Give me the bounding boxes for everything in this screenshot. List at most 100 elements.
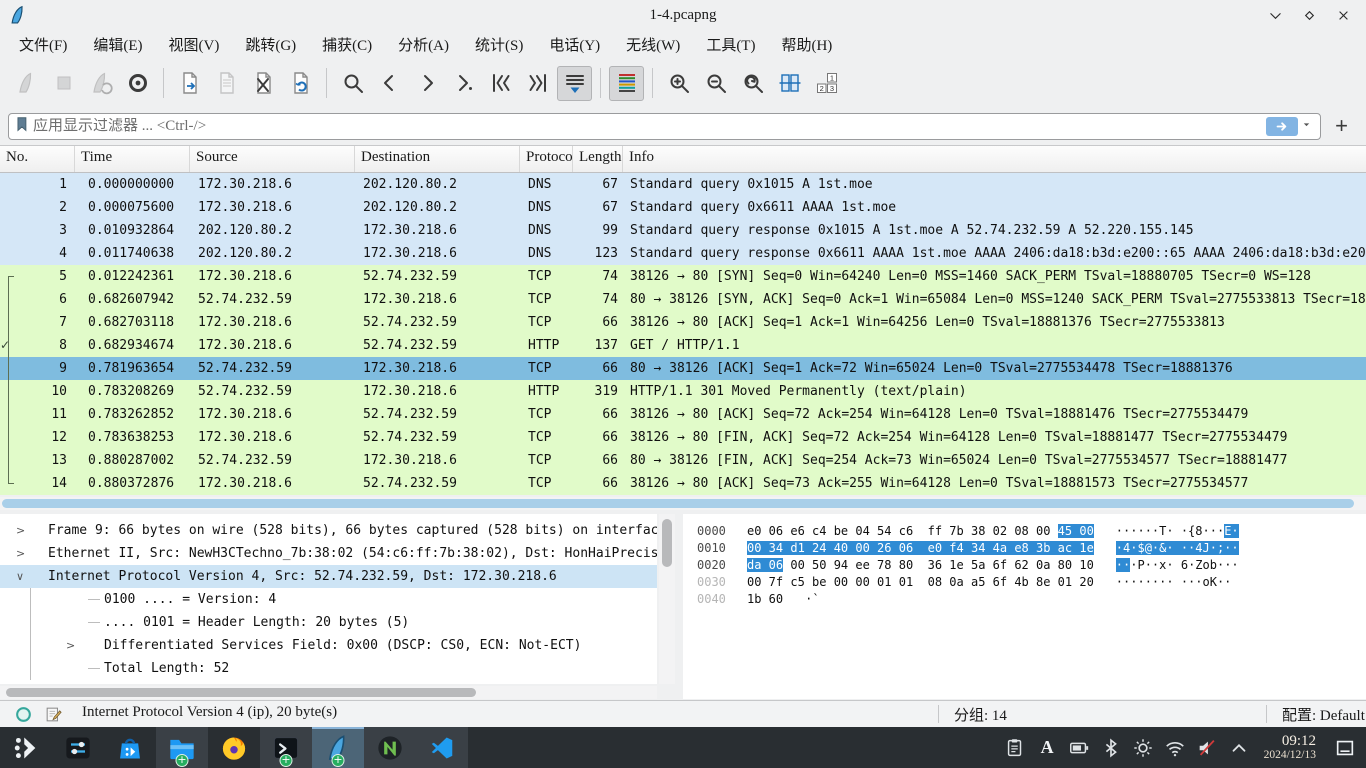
brightness-icon[interactable]: [1130, 734, 1157, 761]
last-packet-button[interactable]: [520, 66, 555, 101]
first-packet-button[interactable]: [483, 66, 518, 101]
detail-row[interactable]: Total Length: 52: [0, 657, 657, 680]
hex-row[interactable]: 0000e0 06 e6 c4 be 04 54 c6 ff 7b 38 02 …: [683, 523, 1366, 540]
window-minimize-button[interactable]: [1266, 6, 1284, 24]
taskbar-clock[interactable]: 09:12 2024/12/13: [1264, 734, 1316, 761]
hex-row[interactable]: 0020da 06 00 50 94 ee 78 80 36 1e 5a 6f …: [683, 557, 1366, 574]
packet-row[interactable]: 130.88028700252.74.232.59172.30.218.6TCP…: [0, 449, 1366, 472]
column-header-destination[interactable]: Destination: [355, 146, 520, 172]
taskbar-item-system-settings[interactable]: [52, 727, 104, 768]
go-to-packet-button[interactable]: [446, 66, 481, 101]
volume-muted-icon[interactable]: [1194, 734, 1221, 761]
packet-row[interactable]: 100.78320826952.74.232.59172.30.218.6HTT…: [0, 380, 1366, 403]
packet-row[interactable]: 90.78196365452.74.232.59172.30.218.6TCP6…: [0, 357, 1366, 380]
detail-hscrollbar[interactable]: [0, 686, 657, 699]
window-close-button[interactable]: [1334, 6, 1352, 24]
close-file-button[interactable]: [246, 66, 281, 101]
detail-row[interactable]: >Differentiated Services Field: 0x00 (DS…: [0, 634, 657, 657]
menu-a[interactable]: 分析(A): [385, 31, 462, 58]
resize-columns-button[interactable]: [772, 66, 807, 101]
menu-c[interactable]: 捕获(C): [309, 31, 385, 58]
column-header-source[interactable]: Source: [190, 146, 355, 172]
expand-icon[interactable]: >: [66, 634, 75, 657]
go-back-button[interactable]: [372, 66, 407, 101]
expert-info-icon[interactable]: [14, 705, 33, 729]
menu-w[interactable]: 无线(W): [613, 31, 693, 58]
taskbar-item-vscode[interactable]: [416, 727, 468, 768]
filter-dropdown-caret-icon[interactable]: [1300, 118, 1313, 136]
bluetooth-icon[interactable]: [1098, 734, 1125, 761]
detail-row[interactable]: >Ethernet II, Src: NewH3CTechno_7b:38:02…: [0, 542, 657, 565]
find-packet-button[interactable]: [335, 66, 370, 101]
capture-comment-icon[interactable]: [44, 705, 63, 729]
menu-e[interactable]: 编辑(E): [80, 31, 155, 58]
layout-123-button[interactable]: 123: [809, 66, 844, 101]
scrollbar-thumb[interactable]: [6, 688, 476, 697]
capture-options-button[interactable]: [120, 66, 155, 101]
restart-capture-button[interactable]: [83, 66, 118, 101]
taskbar-item-terminal[interactable]: +: [260, 727, 312, 768]
taskbar-item-neovim[interactable]: [364, 727, 416, 768]
menu-s[interactable]: 统计(S): [462, 31, 536, 58]
scrollbar-thumb[interactable]: [2, 499, 1354, 508]
packet-list-hscrollbar[interactable]: [0, 497, 1366, 510]
reload-file-button[interactable]: [283, 66, 318, 101]
show-desktop-icon[interactable]: [1331, 734, 1358, 761]
window-maximize-button[interactable]: [1300, 6, 1318, 24]
taskbar-item-app-launcher[interactable]: [0, 727, 52, 768]
packet-row[interactable]: 60.68260794252.74.232.59172.30.218.6TCP7…: [0, 288, 1366, 311]
zoom-in-button[interactable]: [661, 66, 696, 101]
detail-row[interactable]: ∨Internet Protocol Version 4, Src: 52.74…: [0, 565, 657, 588]
filter-bookmark-icon[interactable]: [14, 115, 33, 139]
menu-v[interactable]: 视图(V): [156, 31, 233, 58]
packet-row[interactable]: 140.880372876172.30.218.652.74.232.59TCP…: [0, 472, 1366, 495]
hex-row[interactable]: 003000 7f c5 be 00 00 01 01 08 0a a5 6f …: [683, 574, 1366, 591]
taskbar-item-wireshark[interactable]: +: [312, 727, 364, 768]
collapse-icon[interactable]: ∨: [16, 565, 24, 588]
detail-row[interactable]: >Frame 9: 66 bytes on wire (528 bits), 6…: [0, 519, 657, 542]
column-header-no[interactable]: No.: [0, 146, 75, 172]
apply-filter-button[interactable]: [1266, 117, 1298, 136]
save-file-button[interactable]: [209, 66, 244, 101]
add-filter-button[interactable]: +: [1325, 113, 1358, 141]
taskbar-item-file-manager[interactable]: +: [156, 727, 208, 768]
auto-scroll-button[interactable]: [557, 66, 592, 101]
display-filter-input[interactable]: [33, 118, 1266, 135]
detail-vscrollbar[interactable]: [659, 514, 675, 684]
status-profile[interactable]: 配置: Default: [1282, 704, 1365, 725]
detail-row[interactable]: .... 0101 = Header Length: 20 bytes (5): [0, 611, 657, 634]
display-filter-field[interactable]: [8, 113, 1321, 140]
column-header-info[interactable]: Info: [623, 146, 1366, 172]
column-header-protocol[interactable]: Protocol: [520, 146, 573, 172]
go-forward-button[interactable]: [409, 66, 444, 101]
packet-row[interactable]: 70.682703118172.30.218.652.74.232.59TCP6…: [0, 311, 1366, 334]
detail-row[interactable]: 0100 .... = Version: 4: [0, 588, 657, 611]
battery-icon[interactable]: [1066, 734, 1093, 761]
expand-icon[interactable]: >: [16, 519, 25, 542]
hex-row[interactable]: 001000 34 d1 24 40 00 26 06 e0 f4 34 4a …: [683, 540, 1366, 557]
open-file-button[interactable]: [172, 66, 207, 101]
wifi-icon[interactable]: [1162, 734, 1189, 761]
expand-icon[interactable]: >: [16, 542, 25, 565]
menu-h[interactable]: 帮助(H): [768, 31, 845, 58]
chevron-up-icon[interactable]: [1226, 734, 1253, 761]
packet-row[interactable]: ✓80.682934674172.30.218.652.74.232.59HTT…: [0, 334, 1366, 357]
packet-row[interactable]: 50.012242361172.30.218.652.74.232.59TCP7…: [0, 265, 1366, 288]
menu-f[interactable]: 文件(F): [6, 31, 80, 58]
packet-row[interactable]: 30.010932864202.120.80.2172.30.218.6DNS9…: [0, 219, 1366, 242]
hex-row[interactable]: 00401b 60·`: [683, 591, 1366, 608]
taskbar-item-firefox[interactable]: [208, 727, 260, 768]
taskbar-item-discover[interactable]: [104, 727, 156, 768]
packet-row[interactable]: 120.783638253172.30.218.652.74.232.59TCP…: [0, 426, 1366, 449]
menu-t[interactable]: 工具(T): [693, 31, 768, 58]
menu-y[interactable]: 电话(Y): [536, 31, 613, 58]
scrollbar-thumb[interactable]: [662, 519, 672, 567]
packet-row[interactable]: 110.783262852172.30.218.652.74.232.59TCP…: [0, 403, 1366, 426]
start-capture-button[interactable]: [9, 66, 44, 101]
colorize-packets-button[interactable]: [609, 66, 644, 101]
column-header-time[interactable]: Time: [75, 146, 190, 172]
column-header-length[interactable]: Length: [573, 146, 623, 172]
packet-row[interactable]: 10.000000000172.30.218.6202.120.80.2DNS6…: [0, 173, 1366, 196]
stop-capture-button[interactable]: [46, 66, 81, 101]
clipboard-icon[interactable]: [1002, 734, 1029, 761]
